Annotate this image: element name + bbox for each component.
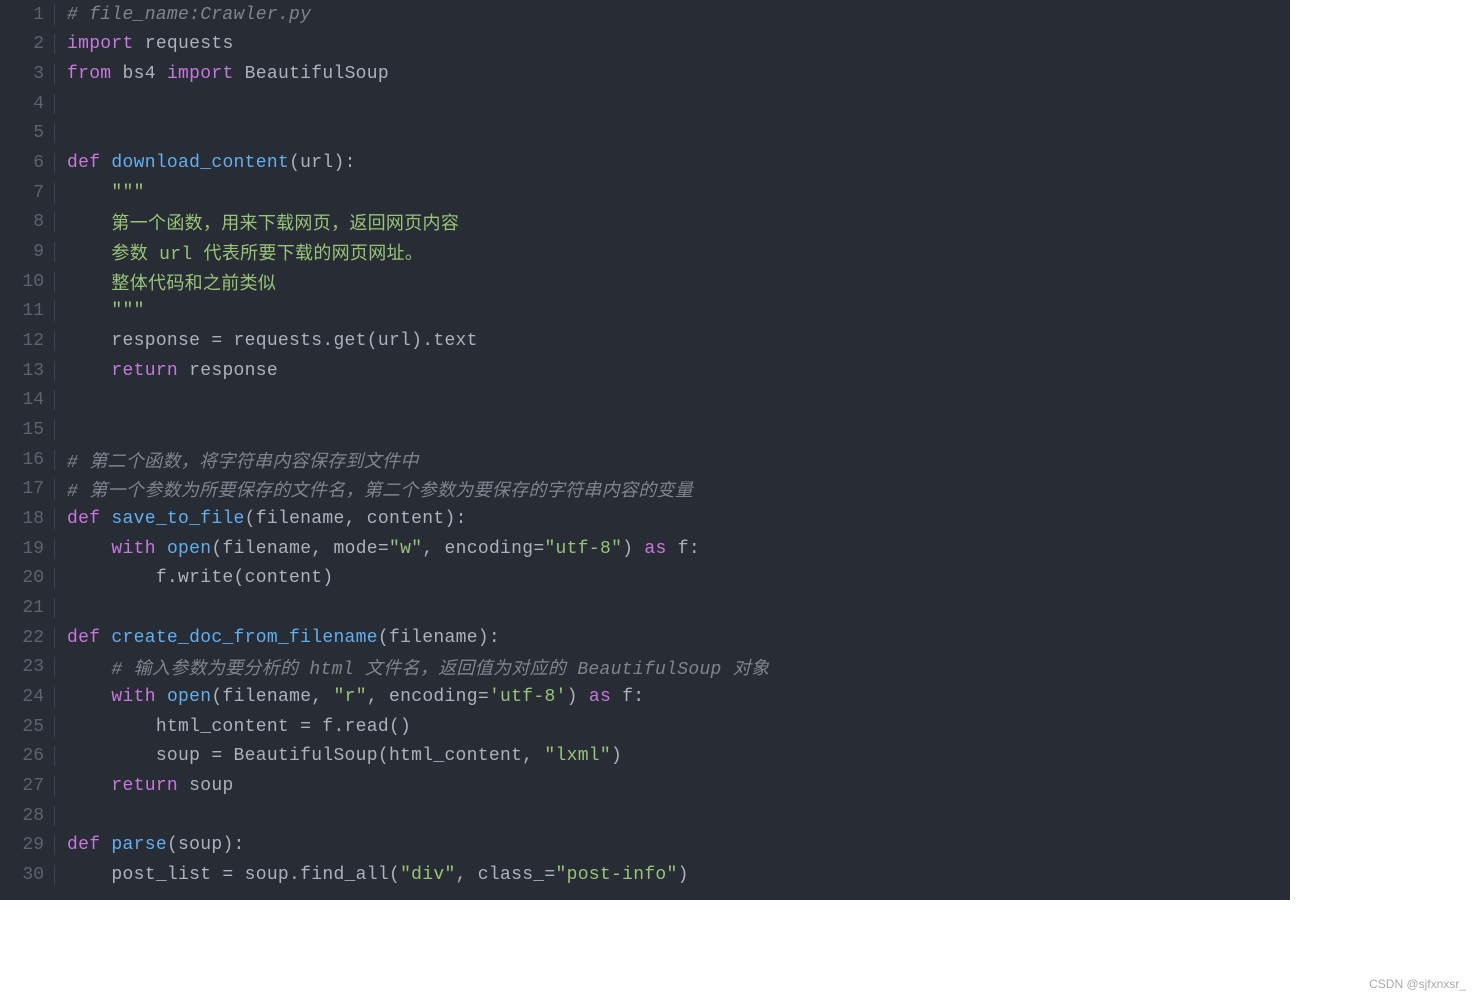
code-content[interactable]: """ [55, 301, 145, 321]
line-number: 19 [0, 539, 55, 559]
code-line[interactable]: 30 post_list = soup.find_all("div", clas… [0, 860, 1290, 890]
code-line[interactable]: 18def save_to_file(filename, content): [0, 504, 1290, 534]
line-number: 12 [0, 331, 55, 351]
watermark-text: CSDN @sjfxnxsr_ [1369, 977, 1466, 991]
code-content[interactable]: # 输入参数为要分析的 html 文件名，返回值为对应的 BeautifulSo… [55, 654, 769, 680]
line-number: 20 [0, 568, 55, 588]
code-line[interactable]: 19 with open(filename, mode="w", encodin… [0, 534, 1290, 564]
code-line[interactable]: 10 整体代码和之前类似 [0, 267, 1290, 297]
code-content[interactable]: soup = BeautifulSoup(html_content, "lxml… [55, 746, 622, 766]
line-number: 18 [0, 509, 55, 529]
code-line[interactable]: 11 """ [0, 297, 1290, 327]
code-content[interactable]: def save_to_file(filename, content): [55, 509, 467, 529]
code-content[interactable]: import requests [55, 34, 234, 54]
code-line[interactable]: 28 [0, 801, 1290, 831]
line-number: 9 [0, 242, 55, 262]
code-line[interactable]: 24 with open(filename, "r", encoding='ut… [0, 682, 1290, 712]
code-line[interactable]: 4 [0, 89, 1290, 119]
line-number: 27 [0, 776, 55, 796]
line-number: 8 [0, 212, 55, 232]
line-number: 3 [0, 64, 55, 84]
code-content[interactable]: return soup [55, 776, 234, 796]
code-line[interactable]: 29def parse(soup): [0, 830, 1290, 860]
line-number: 29 [0, 835, 55, 855]
code-content[interactable]: # 第一个参数为所要保存的文件名，第二个参数为要保存的字符串内容的变量 [55, 476, 693, 502]
line-number: 22 [0, 628, 55, 648]
code-content[interactable]: with open(filename, mode="w", encoding="… [55, 539, 700, 559]
code-content[interactable]: def create_doc_from_filename(filename): [55, 628, 500, 648]
code-line[interactable]: 21 [0, 593, 1290, 623]
code-content[interactable]: from bs4 import BeautifulSoup [55, 64, 389, 84]
code-content[interactable]: return response [55, 361, 278, 381]
code-content[interactable]: def download_content(url): [55, 153, 356, 173]
right-margin [1290, 0, 1472, 997]
line-number: 24 [0, 687, 55, 707]
code-line[interactable]: 3from bs4 import BeautifulSoup [0, 59, 1290, 89]
code-line[interactable]: 5 [0, 119, 1290, 149]
code-line[interactable]: 26 soup = BeautifulSoup(html_content, "l… [0, 741, 1290, 771]
code-content[interactable]: 参数 url 代表所要下载的网页网址。 [55, 239, 423, 265]
line-number: 21 [0, 598, 55, 618]
line-number: 25 [0, 717, 55, 737]
code-line[interactable]: 6def download_content(url): [0, 148, 1290, 178]
code-content[interactable]: # file_name:Crawler.py [55, 5, 311, 25]
line-number: 7 [0, 183, 55, 203]
code-content[interactable]: f.write(content) [55, 568, 333, 588]
code-line[interactable]: 12 response = requests.get(url).text [0, 326, 1290, 356]
code-line[interactable]: 16# 第二个函数，将字符串内容保存到文件中 [0, 445, 1290, 475]
code-line[interactable]: 25 html_content = f.read() [0, 712, 1290, 742]
code-editor[interactable]: 1# file_name:Crawler.py2import requests3… [0, 0, 1290, 900]
line-number: 13 [0, 361, 55, 381]
line-number: 16 [0, 450, 55, 470]
code-content[interactable]: """ [55, 183, 145, 203]
code-content[interactable]: # 第二个函数，将字符串内容保存到文件中 [55, 447, 419, 473]
line-number: 2 [0, 34, 55, 54]
code-line[interactable]: 13 return response [0, 356, 1290, 386]
code-content[interactable]: response = requests.get(url).text [55, 331, 478, 351]
code-content[interactable]: def parse(soup): [55, 835, 245, 855]
code-content[interactable]: html_content = f.read() [55, 717, 411, 737]
line-number: 6 [0, 153, 55, 173]
line-number: 30 [0, 865, 55, 885]
line-number: 10 [0, 272, 55, 292]
code-line[interactable]: 7 """ [0, 178, 1290, 208]
line-number: 26 [0, 746, 55, 766]
line-number: 5 [0, 123, 55, 143]
code-line[interactable]: 14 [0, 386, 1290, 416]
code-line[interactable]: 22def create_doc_from_filename(filename)… [0, 623, 1290, 653]
code-line[interactable]: 15 [0, 415, 1290, 445]
code-content[interactable]: 第一个函数，用来下载网页，返回网页内容 [55, 209, 459, 235]
line-number: 4 [0, 94, 55, 114]
code-content[interactable]: post_list = soup.find_all("div", class_=… [55, 865, 689, 885]
line-number: 28 [0, 806, 55, 826]
code-line[interactable]: 20 f.write(content) [0, 563, 1290, 593]
code-line[interactable]: 1# file_name:Crawler.py [0, 0, 1290, 30]
line-number: 17 [0, 479, 55, 499]
line-number: 23 [0, 657, 55, 677]
code-line[interactable]: 2import requests [0, 30, 1290, 60]
code-line[interactable]: 27 return soup [0, 771, 1290, 801]
line-number: 14 [0, 390, 55, 410]
line-number: 15 [0, 420, 55, 440]
code-content[interactable]: with open(filename, "r", encoding='utf-8… [55, 687, 644, 707]
code-line[interactable]: 8 第一个函数，用来下载网页，返回网页内容 [0, 208, 1290, 238]
code-line[interactable]: 9 参数 url 代表所要下载的网页网址。 [0, 237, 1290, 267]
code-line[interactable]: 23 # 输入参数为要分析的 html 文件名，返回值为对应的 Beautifu… [0, 652, 1290, 682]
code-line[interactable]: 17# 第一个参数为所要保存的文件名，第二个参数为要保存的字符串内容的变量 [0, 475, 1290, 505]
line-number: 1 [0, 5, 55, 25]
line-number: 11 [0, 301, 55, 321]
code-content[interactable]: 整体代码和之前类似 [55, 269, 276, 295]
